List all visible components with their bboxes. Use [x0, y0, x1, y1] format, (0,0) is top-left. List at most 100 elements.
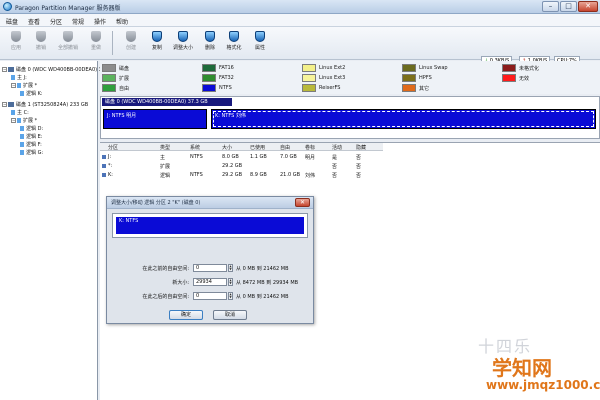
tree-disk-node[interactable]: − 磁盘 1 (ST3250824A) 233 GB	[2, 101, 88, 108]
dialog-close-button[interactable]: ✕	[295, 198, 310, 207]
legend-label: NTFS	[219, 85, 232, 91]
table-header-cell[interactable]: 卷标	[305, 144, 315, 151]
tree-expander-icon[interactable]: −	[11, 118, 16, 123]
menu-partition[interactable]: 分区	[50, 17, 62, 26]
partition-block-k[interactable]: K: NTFS 刘伟	[211, 109, 596, 129]
legend-swatch	[302, 84, 316, 92]
legend-label: 磁盘	[119, 66, 130, 72]
tree-expander-icon[interactable]: −	[2, 102, 7, 107]
delete-icon	[205, 31, 215, 42]
table-cell: 21.0 GB	[280, 172, 301, 178]
partition-icon	[102, 155, 106, 159]
tree-partition-node[interactable]: − 扩展 *	[11, 82, 37, 89]
undo-button[interactable]: 撤销	[30, 30, 52, 58]
tree-partition-node[interactable]: 逻辑 K:	[20, 90, 43, 97]
tree-partition-node[interactable]: − 扩展 *	[11, 117, 37, 124]
delete-button[interactable]: 删除	[199, 30, 221, 58]
window-title: Paragon Partition Manager 服务器版	[15, 5, 121, 12]
free-before-input[interactable]: 0	[193, 264, 227, 272]
partition-icon	[17, 118, 21, 123]
create-button[interactable]: 创建	[120, 30, 142, 58]
tree-partition-node[interactable]: 逻辑 F:	[20, 141, 42, 148]
filesystem-legend: 磁盘 扩展 自由 FAT16 FAT32 NTFS Linux Ext2 Linux Ext3…	[100, 61, 600, 94]
table-header-cell[interactable]: 隐藏	[356, 144, 366, 151]
close-button[interactable]: ✕	[578, 1, 598, 12]
table-row[interactable]: J: 主 NTFS 8.0 GB 1.1 GB 7.0 GB 明月 是 否	[100, 153, 383, 161]
tree-partition-node[interactable]: 主 C:	[11, 109, 29, 116]
resize-button[interactable]: 调整大小	[172, 30, 194, 58]
table-header-cell[interactable]: 活动	[332, 144, 342, 151]
table-header-cell[interactable]: 分区	[108, 144, 118, 151]
tree-node-label: 逻辑 D:	[26, 126, 44, 132]
partition-icon	[17, 83, 21, 88]
table-header-cell[interactable]: 类型	[160, 144, 170, 151]
legend-label: ReiserFS	[319, 85, 341, 91]
tree-partition-node[interactable]: 逻辑 G:	[20, 149, 43, 156]
table-cell: 否	[356, 164, 362, 170]
tree-node-label: 逻辑 G:	[26, 150, 44, 156]
menu-operations[interactable]: 操作	[94, 17, 106, 26]
ok-button[interactable]: 确定	[169, 310, 203, 320]
table-cell: 刘伟	[305, 173, 316, 179]
table-cell: K:	[108, 172, 113, 178]
apply-button[interactable]: 应用	[5, 30, 27, 58]
free-after-spinner[interactable]: ▲ ▼	[228, 292, 233, 300]
table-row[interactable]: K: 逻辑 NTFS 29.2 GB 8.9 GB 21.0 GB 刘伟 否 否	[100, 171, 383, 179]
legend-swatch	[102, 74, 116, 82]
disk-map: 磁盘 0 (WDC WD400BB-00DEA0) 37.3 GB J: NTF…	[100, 96, 600, 139]
tree-partition-node[interactable]: 逻辑 D:	[20, 125, 43, 132]
menu-bar: 磁盘 查看 分区 常规 操作 帮助	[0, 14, 600, 27]
tree-node-label: 主 J:	[17, 75, 27, 81]
partition-block-j[interactable]: J: NTFS 明月	[103, 109, 207, 129]
table-cell: 否	[332, 164, 338, 170]
legend-swatch	[302, 74, 316, 82]
app-logo-icon	[3, 2, 12, 11]
tree-partition-node[interactable]: 逻辑 E:	[20, 133, 42, 140]
table-header-cell[interactable]: 自由	[280, 144, 290, 151]
table-header: 分区 类型 系统 大小 已使用 自由 卷标 活动 隐藏	[100, 143, 383, 151]
copy-button[interactable]: 复制	[146, 30, 168, 58]
format-button[interactable]: 格式化	[223, 30, 245, 58]
table-cell: 是	[332, 155, 338, 161]
menu-view[interactable]: 查看	[28, 17, 40, 26]
tree-expander-icon[interactable]: −	[2, 67, 7, 72]
properties-icon	[255, 31, 265, 42]
legend-label: 扩展	[119, 76, 130, 82]
free-after-range: 从 0 MB 到 21462 MB	[236, 294, 289, 300]
new-size-spinner[interactable]: ▲ ▼	[228, 278, 233, 286]
table-header-cell[interactable]: 已使用	[250, 144, 265, 151]
table-header-cell[interactable]: 大小	[222, 144, 232, 151]
free-after-input[interactable]: 0	[193, 292, 227, 300]
table-row[interactable]: *: 扩展 29.2 GB 否 否	[100, 162, 383, 170]
new-size-input[interactable]: 29934	[193, 278, 227, 286]
tree-expander-icon[interactable]: −	[11, 83, 16, 88]
partition-icon	[11, 75, 15, 80]
legend-label: FAT16	[219, 65, 234, 71]
table-cell: 1.1 GB	[250, 154, 267, 160]
table-cell: 8.0 GB	[222, 154, 239, 160]
table-cell: 明月	[305, 155, 316, 161]
legend-label: Linux Ext3	[319, 75, 346, 81]
tree-partition-node[interactable]: 主 J:	[11, 74, 27, 81]
legend-label: 无效	[519, 76, 530, 82]
menu-help[interactable]: 帮助	[116, 17, 128, 26]
menu-general[interactable]: 常规	[72, 17, 84, 26]
properties-button[interactable]: 属性	[249, 30, 271, 58]
dialog-partition-bar[interactable]: K: NTFS	[116, 217, 304, 234]
cancel-button[interactable]: 取消	[213, 310, 247, 320]
table-cell: 否	[356, 173, 362, 179]
table-cell: 29.2 GB	[222, 172, 243, 178]
redo-button[interactable]: 重做	[85, 30, 107, 58]
free-before-label: 在此之前的自由空间:	[142, 266, 189, 272]
free-before-range: 从 0 MB 到 21462 MB	[236, 266, 289, 272]
legend-label: Linux Ext2	[319, 65, 346, 71]
table-cell: NTFS	[190, 172, 203, 178]
tree-node-label: 磁盘 1 (ST3250824A) 233 GB	[16, 102, 89, 108]
table-header-cell[interactable]: 系统	[190, 144, 200, 151]
minimize-button[interactable]: –	[542, 1, 559, 12]
undo-all-button[interactable]: 全部撤销	[57, 30, 79, 58]
maximize-button[interactable]: □	[560, 1, 577, 12]
free-before-spinner[interactable]: ▲ ▼	[228, 264, 233, 272]
tree-node-label: 逻辑 E:	[26, 134, 43, 140]
menu-disk[interactable]: 磁盘	[6, 17, 18, 26]
